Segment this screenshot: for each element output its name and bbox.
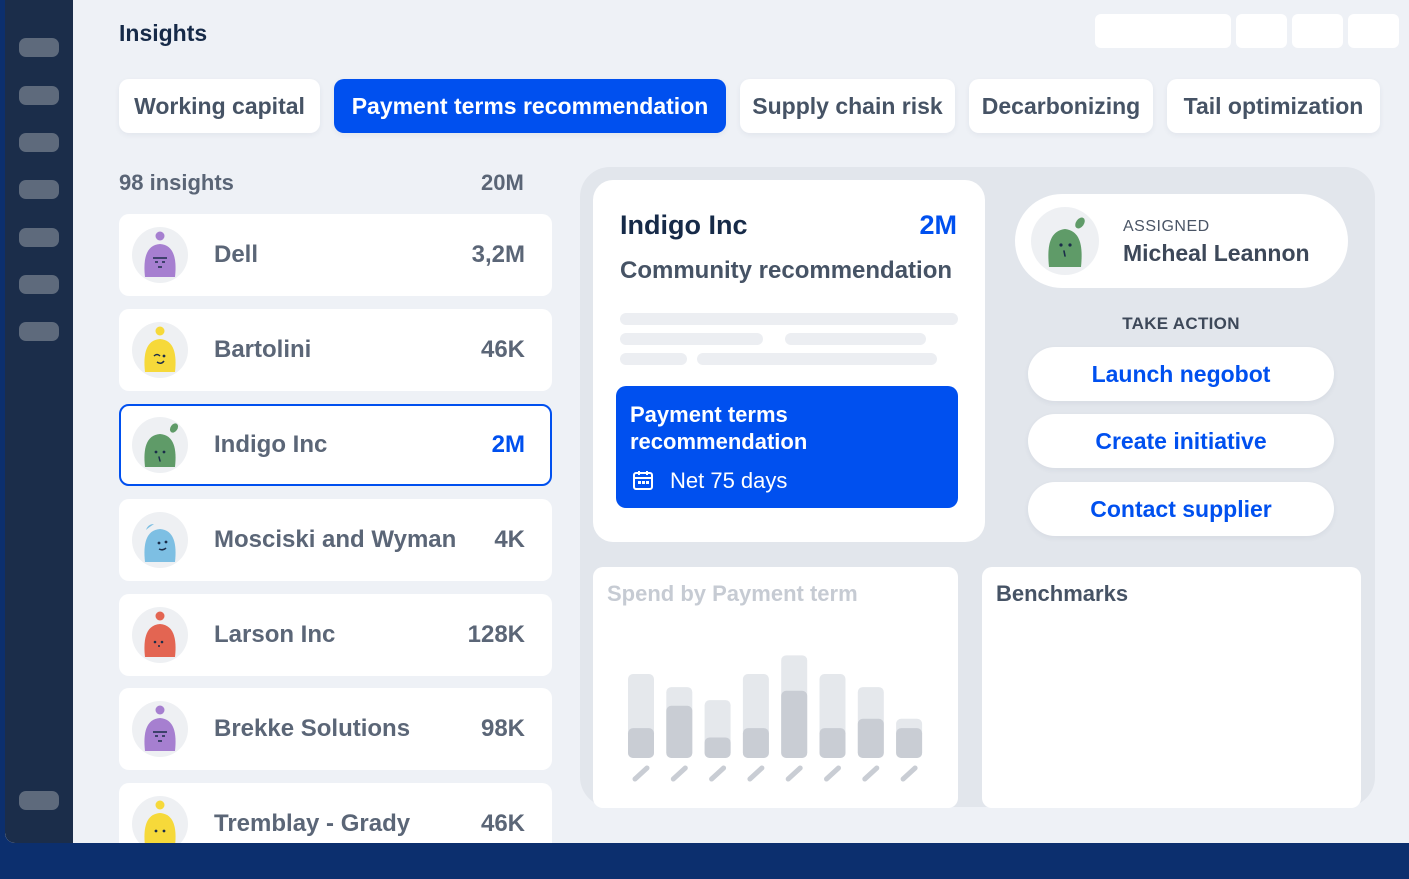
bar-segment xyxy=(742,728,769,758)
supplier-amount: 46K xyxy=(480,810,525,837)
skeleton-line xyxy=(697,353,937,365)
x-tick-label xyxy=(900,765,918,782)
assigned-name: Micheal Leannon xyxy=(1123,240,1310,266)
spend-bar-chart xyxy=(628,655,923,782)
blue-smile-face-icon xyxy=(144,524,176,562)
page-title: Insights xyxy=(119,20,208,46)
insights-count: 98 insights xyxy=(119,170,234,195)
avatar xyxy=(132,322,188,378)
recommendation-title: Payment terms recommendation xyxy=(630,402,808,454)
avatar xyxy=(132,227,188,283)
skeleton-line xyxy=(620,353,687,365)
bar-segment xyxy=(628,728,654,758)
skeleton-line xyxy=(620,313,958,325)
avatar xyxy=(132,607,188,663)
bar-segment xyxy=(896,728,923,758)
supplier-name: Bartolini xyxy=(214,336,312,363)
insights-total: 20M xyxy=(481,170,524,195)
bar-segment xyxy=(857,718,884,758)
x-tick-label xyxy=(785,765,803,782)
bar-segment xyxy=(666,705,693,758)
launch-negobot-button[interactable]: Launch negobot xyxy=(1028,347,1334,401)
recommendation-box[interactable]: Payment terms recommendation Net 75 days xyxy=(616,386,958,508)
bar-segment xyxy=(819,728,846,758)
spend-chart-card: Spend by Payment term xyxy=(593,567,958,808)
x-tick-label xyxy=(670,765,688,782)
avatar xyxy=(132,796,188,843)
supplier-row[interactable]: Dell 3,2M xyxy=(119,214,552,296)
toolbar-control[interactable] xyxy=(1095,14,1231,48)
main-content: Insights Working capital Payment terms r… xyxy=(5,0,1409,843)
toolbar-control[interactable] xyxy=(1348,14,1399,48)
yellow-face-icon xyxy=(144,800,176,843)
x-tick-label xyxy=(747,765,765,782)
supplier-name: Mosciski and Wyman xyxy=(214,526,457,553)
green-leaf-face-icon xyxy=(144,423,179,467)
x-tick-label xyxy=(632,765,650,782)
supplier-amount: 128K xyxy=(467,621,525,648)
yellow-happy-face-icon xyxy=(144,326,176,372)
supplier-row[interactable]: Mosciski and Wyman 4K xyxy=(119,499,552,581)
supplier-name: Tremblay - Grady xyxy=(214,810,411,837)
tab-supply-chain-risk[interactable]: Supply chain risk xyxy=(740,79,955,133)
red-face-icon xyxy=(144,611,176,657)
skeleton-line xyxy=(785,333,926,345)
detail-card: Indigo Inc 2M Community recommendation P… xyxy=(593,180,985,542)
supplier-amount: 4K xyxy=(494,526,525,553)
detail-supplier-name: Indigo Inc xyxy=(620,210,748,240)
supplier-name: Indigo Inc xyxy=(214,431,328,458)
supplier-name: Brekke Solutions xyxy=(214,715,411,742)
create-initiative-button[interactable]: Create initiative xyxy=(1028,414,1334,468)
supplier-amount: 98K xyxy=(480,715,525,742)
tab-payment-terms-recommendation[interactable]: Payment terms recommendation xyxy=(334,79,726,133)
toolbar-control[interactable] xyxy=(1292,14,1343,48)
bar-segment xyxy=(704,737,731,758)
avatar xyxy=(1031,207,1099,275)
supplier-row[interactable]: Bartolini 46K xyxy=(119,309,552,391)
supplier-amount: 2M xyxy=(491,431,525,458)
toolbar-control[interactable] xyxy=(1236,14,1287,48)
tab-decarbonizing[interactable]: Decarbonizing xyxy=(969,79,1153,133)
purple-sleepy-face-icon xyxy=(144,231,176,277)
benchmarks-title: Benchmarks xyxy=(996,581,1129,606)
app-window: Insights Working capital Payment terms r… xyxy=(5,0,1409,843)
supplier-row[interactable]: Indigo Inc 2M xyxy=(119,404,552,486)
benchmarks-card: Benchmarks xyxy=(982,567,1361,808)
assigned-card: ASSIGNED Micheal Leannon xyxy=(1015,194,1348,288)
x-tick-label xyxy=(709,765,727,782)
avatar xyxy=(132,417,188,473)
skeleton-line xyxy=(620,333,763,345)
supplier-row[interactable]: Tremblay - Grady 46K xyxy=(119,783,552,843)
assigned-label: ASSIGNED xyxy=(1123,218,1210,235)
bar-segment xyxy=(781,690,808,758)
x-tick-label xyxy=(824,765,841,782)
detail-amount: 2M xyxy=(919,210,957,240)
detail-subtitle: Community recommendation xyxy=(620,257,953,284)
supplier-amount: 3,2M xyxy=(471,241,525,268)
supplier-name: Larson Inc xyxy=(214,621,336,648)
calendar-icon xyxy=(633,471,653,490)
contact-supplier-button[interactable]: Contact supplier xyxy=(1028,482,1334,536)
avatar xyxy=(132,512,188,568)
supplier-row[interactable]: Brekke Solutions 98K xyxy=(119,688,552,770)
purple-sleepy-face-icon xyxy=(144,705,176,751)
avatar xyxy=(132,701,188,757)
recommendation-term: Net 75 days xyxy=(670,468,788,493)
x-tick-label xyxy=(862,765,880,782)
tab-tail-optimization[interactable]: Tail optimization xyxy=(1167,79,1380,133)
supplier-row[interactable]: Larson Inc 128K xyxy=(119,594,552,676)
supplier-name: Dell xyxy=(214,241,259,268)
tab-working-capital[interactable]: Working capital xyxy=(119,79,320,133)
take-action-heading: TAKE ACTION xyxy=(1122,314,1240,333)
green-leaf-face-icon xyxy=(1048,217,1085,267)
supplier-amount: 46K xyxy=(480,336,525,363)
